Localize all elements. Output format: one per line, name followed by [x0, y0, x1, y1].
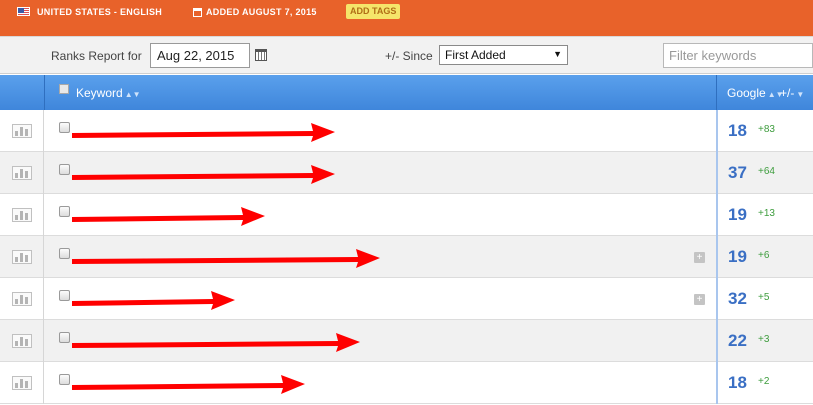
bar-chart-icon[interactable]	[12, 166, 32, 180]
google-rank-cell: 22 +3	[716, 320, 813, 362]
rank-value: 22	[728, 331, 747, 350]
google-column-header[interactable]: Google ▲▼	[727, 86, 784, 100]
row-checkbox[interactable]	[59, 122, 70, 133]
table-row: 37 +64	[0, 152, 813, 194]
rank-change: +6	[758, 250, 770, 261]
rank-change: +64	[758, 166, 775, 177]
table-row: 19 +13	[0, 194, 813, 236]
change-column-header[interactable]: +/- ▼	[780, 86, 804, 100]
chart-cell	[0, 110, 44, 152]
redacted-keyword[interactable]	[70, 286, 245, 314]
row-checkbox[interactable]	[59, 248, 70, 259]
table-row: 22 +3	[0, 320, 813, 362]
redacted-keyword[interactable]	[70, 370, 315, 398]
bar-chart-icon[interactable]	[12, 124, 32, 138]
google-rank-cell: 19 +13	[716, 194, 813, 236]
table-row: +32 +5	[0, 278, 813, 320]
row-checkbox[interactable]	[59, 290, 70, 301]
select-all-checkbox[interactable]	[59, 84, 69, 94]
chart-cell	[0, 236, 44, 278]
bar-chart-icon[interactable]	[12, 208, 32, 222]
chart-cell	[0, 362, 44, 404]
google-rank-cell: 32 +5	[716, 278, 813, 320]
us-flag-icon	[17, 7, 30, 16]
rank-value: 32	[728, 289, 747, 308]
google-rank-cell: 37 +64	[716, 152, 813, 194]
expand-plus-icon[interactable]: +	[694, 252, 705, 263]
table-header: Keyword ▲▼ Google ▲▼ +/- ▼	[0, 75, 813, 110]
country-label: UNITED STATES - ENGLISH	[37, 7, 163, 17]
bar-chart-icon[interactable]	[12, 250, 32, 264]
bar-chart-icon[interactable]	[12, 334, 32, 348]
expand-plus-icon[interactable]: +	[694, 294, 705, 305]
added-date-label: ADDED AUGUST 7, 2015	[206, 7, 317, 17]
chart-cell	[0, 278, 44, 320]
table-row: 18 +2	[0, 362, 813, 404]
rank-change: +13	[758, 208, 775, 219]
report-date-input[interactable]: Aug 22, 2015	[150, 43, 250, 68]
chart-cell	[0, 320, 44, 362]
page: UNITED STATES - ENGLISH ADDED AUGUST 7, …	[0, 0, 813, 405]
bar-chart-icon[interactable]	[12, 292, 32, 306]
google-rank-cell: 18 +83	[716, 110, 813, 152]
redacted-keyword[interactable]	[70, 244, 390, 272]
row-checkbox[interactable]	[59, 206, 70, 217]
redacted-keyword[interactable]	[70, 328, 370, 356]
table-row: +19 +6	[0, 236, 813, 278]
chart-cell	[0, 194, 44, 236]
ranks-report-label: Ranks Report for	[51, 49, 142, 63]
since-label: +/- Since	[385, 49, 433, 63]
google-rank-cell: 18 +2	[716, 362, 813, 404]
google-rank-cell: 19 +6	[716, 236, 813, 278]
chart-cell	[0, 152, 44, 194]
toolbar: Ranks Report for Aug 22, 2015 +/- Since …	[0, 36, 813, 74]
dropdown-arrow-icon: ▼	[553, 49, 562, 59]
column-divider	[44, 75, 45, 110]
add-tags-button[interactable]: ADD TAGS	[346, 4, 401, 19]
redacted-keyword[interactable]	[70, 202, 275, 230]
rank-change: +3	[758, 334, 770, 345]
redacted-keyword[interactable]	[70, 160, 345, 188]
row-checkbox[interactable]	[59, 332, 70, 343]
row-checkbox[interactable]	[59, 164, 70, 175]
calendar-picker-icon[interactable]	[255, 49, 267, 61]
bar-chart-icon[interactable]	[12, 376, 32, 390]
rank-value: 18	[728, 121, 747, 140]
row-checkbox[interactable]	[59, 374, 70, 385]
calendar-icon	[193, 8, 202, 17]
table-body: 18 +83 37 +64 19 +13 +19 +6 +32 +5 22 +3 18 +2	[0, 110, 813, 404]
column-divider	[716, 75, 717, 110]
rank-change: +2	[758, 376, 770, 387]
keyword-column-header[interactable]: Keyword ▲▼	[76, 86, 141, 100]
sort-desc-icon: ▼	[796, 90, 805, 99]
rank-value: 19	[728, 247, 747, 266]
rank-value: 19	[728, 205, 747, 224]
rank-value: 18	[728, 373, 747, 392]
rank-change: +5	[758, 292, 770, 303]
rank-value: 37	[728, 163, 747, 182]
since-select[interactable]: First Added ▼	[439, 45, 568, 65]
since-selected-value: First Added	[445, 48, 506, 62]
rank-change: +83	[758, 124, 775, 135]
filter-keywords-input[interactable]	[663, 43, 813, 68]
table-row: 18 +83	[0, 110, 813, 152]
top-bar: UNITED STATES - ENGLISH ADDED AUGUST 7, …	[0, 0, 813, 36]
sort-icon: ▲▼	[124, 90, 141, 99]
redacted-keyword[interactable]	[70, 118, 345, 146]
